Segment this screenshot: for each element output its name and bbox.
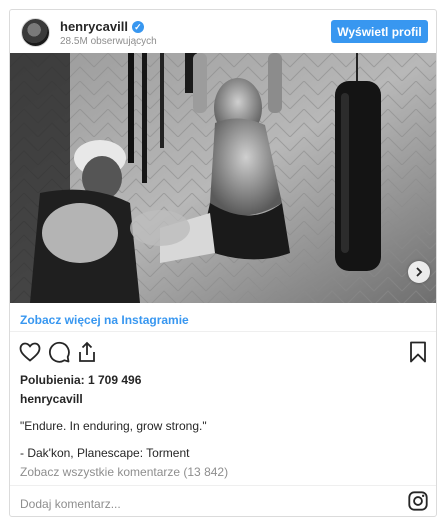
instagram-embed: henrycavill ✓ 28.5M obserwujących Wyświe… (9, 9, 437, 517)
post-image[interactable] (10, 53, 436, 303)
see-more-link[interactable]: Zobacz więcej na Instagramie (20, 313, 189, 327)
chevron-right-icon (416, 267, 423, 277)
add-comment-input[interactable]: Dodaj komentarz... (20, 497, 121, 511)
next-image-button[interactable] (408, 261, 430, 283)
heart-icon[interactable] (18, 340, 42, 364)
gym-photo (10, 53, 436, 303)
followers-count: 28.5M obserwujących (60, 36, 157, 47)
username[interactable]: henrycavill (60, 19, 128, 34)
divider (10, 331, 436, 332)
caption-source: - Dak'kon, Planescape: Torment (20, 446, 190, 460)
caption-username[interactable]: henrycavill (20, 392, 83, 406)
action-bar (10, 336, 436, 370)
caption-quote: "Endure. In enduring, grow strong." (20, 419, 207, 433)
verified-badge-icon: ✓ (131, 20, 144, 33)
username-row: henrycavill ✓ (60, 19, 144, 34)
instagram-icon[interactable] (407, 490, 429, 512)
view-all-comments-link[interactable]: Zobacz wszystkie komentarze (13 842) (20, 465, 228, 479)
likes-count: Polubienia: 1 709 496 (20, 373, 142, 387)
divider (10, 485, 436, 486)
post-header: henrycavill ✓ 28.5M obserwujących Wyświe… (10, 10, 436, 53)
share-icon[interactable] (75, 340, 99, 364)
bookmark-icon[interactable] (406, 340, 430, 364)
avatar[interactable] (21, 18, 50, 47)
comment-icon[interactable] (47, 340, 71, 364)
view-profile-button[interactable]: Wyświetl profil (331, 20, 428, 43)
